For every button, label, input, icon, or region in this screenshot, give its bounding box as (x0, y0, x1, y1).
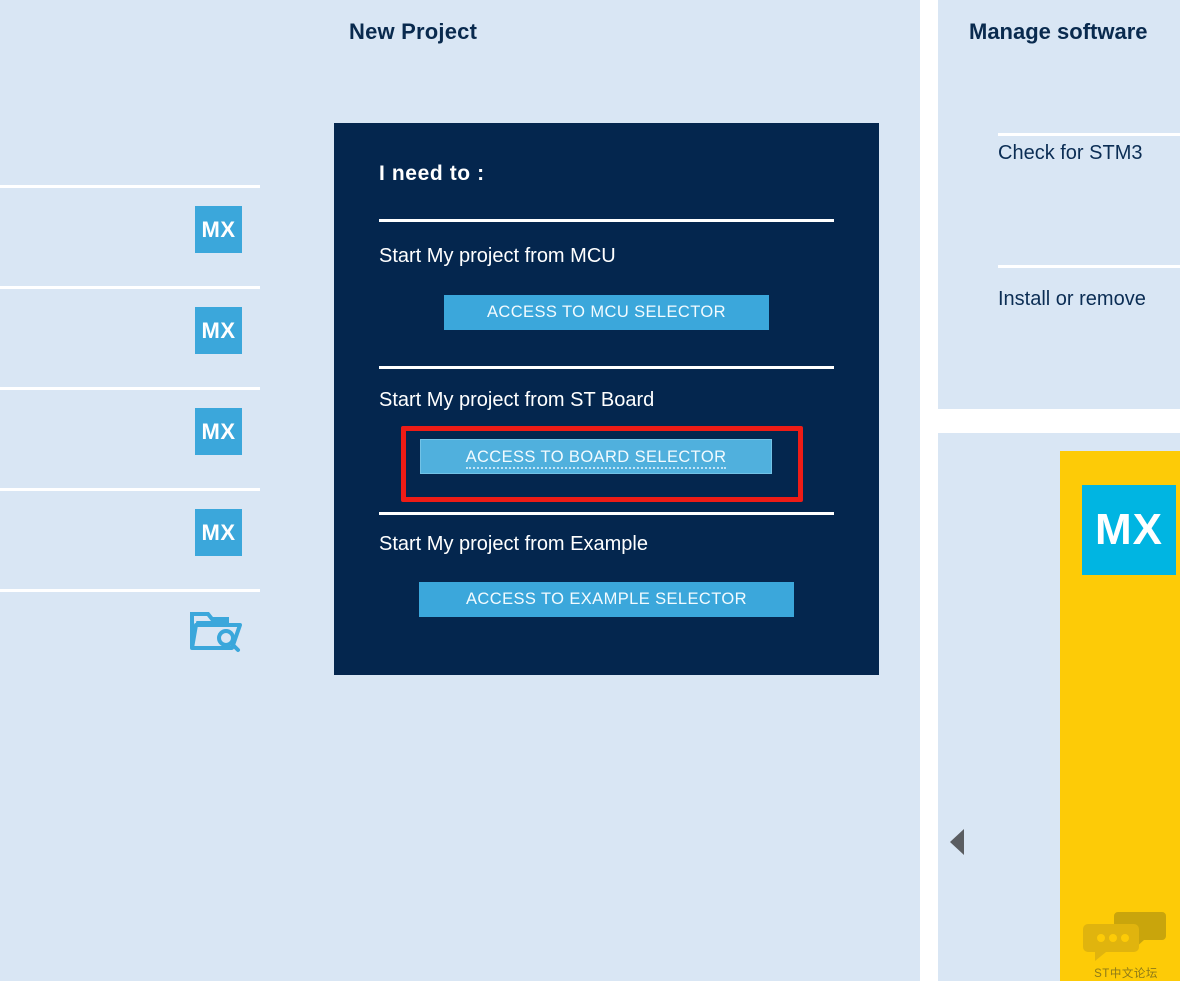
mx-icon: MX (195, 509, 242, 556)
divider (998, 265, 1180, 268)
mx-icon: MX (1082, 485, 1176, 575)
button-label: ACCESS TO MCU SELECTOR (487, 303, 726, 321)
list-item[interactable]: MX (0, 286, 260, 387)
list-item[interactable]: MX (0, 488, 260, 589)
mx-icon: MX (195, 307, 242, 354)
mx-icon: MX (195, 408, 242, 455)
divider (379, 219, 834, 222)
watermark: ST中文论坛 (1070, 910, 1180, 981)
manage-software-panel: Manage software Check for STM3 Install o… (938, 0, 1180, 409)
access-to-mcu-selector-button[interactable]: ACCESS TO MCU SELECTOR (444, 295, 769, 330)
promo-panel: MX ST中文论坛 (938, 433, 1180, 981)
card-heading: I need to : (379, 162, 485, 185)
main-panel: New Project MX MX MX MX I need to : Star… (0, 0, 920, 981)
new-project-card: I need to : Start My project from MCU AC… (334, 123, 879, 675)
list-item[interactable]: MX (0, 185, 260, 286)
mx-icon: MX (195, 206, 242, 253)
divider (379, 512, 834, 515)
option-label-example: Start My project from Example (379, 533, 648, 555)
divider (998, 133, 1180, 136)
caret-left-icon[interactable] (950, 829, 964, 855)
button-label: ACCESS TO EXAMPLE SELECTOR (466, 590, 747, 608)
panel-title: Manage software (969, 19, 1148, 44)
manage-item-check-updates[interactable]: Check for STM3 (998, 142, 1142, 165)
access-to-board-selector-button[interactable]: ACCESS TO BOARD SELECTOR (420, 439, 772, 474)
access-to-example-selector-button[interactable]: ACCESS TO EXAMPLE SELECTOR (419, 582, 794, 617)
button-label: ACCESS TO BOARD SELECTOR (465, 448, 727, 469)
browse-project-row[interactable] (0, 589, 260, 690)
option-label-mcu: Start My project from MCU (379, 245, 616, 267)
option-label-board: Start My project from ST Board (379, 389, 655, 411)
recent-projects-list: MX MX MX MX (0, 185, 260, 690)
divider (379, 366, 834, 369)
promo-banner[interactable]: MX ST中文论坛 (1060, 451, 1180, 981)
manage-item-install-remove[interactable]: Install or remove (998, 288, 1146, 311)
folder-search-icon[interactable] (190, 608, 242, 654)
watermark-label: ST中文论坛 (1094, 968, 1158, 980)
list-item[interactable]: MX (0, 387, 260, 488)
page-title: New Project (349, 19, 478, 44)
chat-bubbles-icon (1083, 912, 1166, 961)
